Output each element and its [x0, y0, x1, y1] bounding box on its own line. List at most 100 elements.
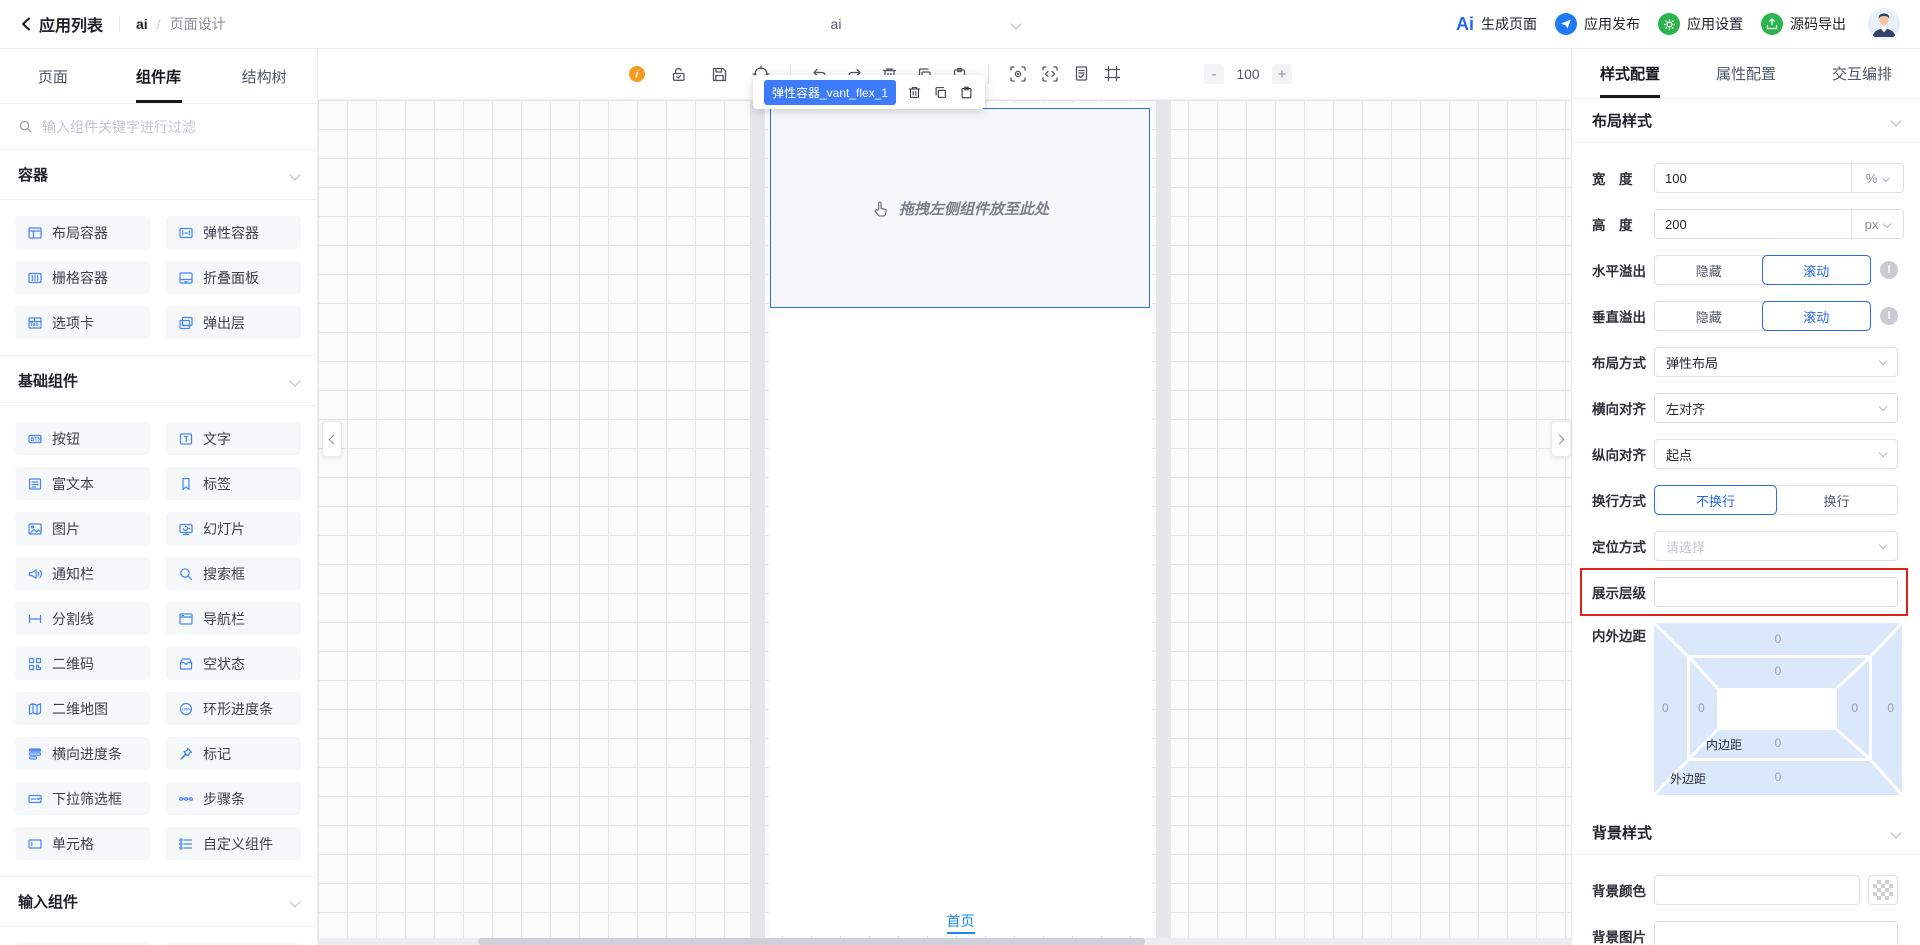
back-to-app-list[interactable]: 应用列表	[20, 12, 103, 36]
component-item-divider[interactable]: 分割线	[15, 602, 150, 635]
width-unit-select[interactable]: %	[1851, 164, 1903, 192]
box-model-widget[interactable]: 0 0 0 0 0 0 0 0 内边距 外边距	[1654, 623, 1902, 795]
h-overflow-option-scroll[interactable]: 滚动	[1761, 255, 1871, 285]
margin-left-value[interactable]: 0	[1662, 701, 1669, 715]
save-icon[interactable]	[711, 66, 728, 83]
component-item-qrcode[interactable]: 二维码	[15, 647, 150, 680]
collapse-left-panel-button[interactable]	[322, 421, 342, 457]
preview-icon[interactable]	[1009, 65, 1027, 83]
background-style-section-header[interactable]: 背景样式	[1572, 811, 1920, 855]
page-select[interactable]: ai	[660, 9, 1022, 39]
copy-icon[interactable]	[933, 85, 948, 100]
color-picker-swatch[interactable]	[1868, 875, 1898, 905]
component-item-circle-progress[interactable]: 100% 环形进度条	[166, 692, 301, 725]
component-item-text[interactable]: T 文字	[166, 422, 301, 455]
position-select[interactable]: 请选择	[1654, 531, 1898, 561]
collapse-right-panel-button[interactable]	[1551, 421, 1571, 457]
component-item-button[interactable]: BTN 按钮	[15, 422, 150, 455]
publish-app-button[interactable]: 应用发布	[1555, 13, 1640, 35]
margin-right-value[interactable]: 0	[1887, 701, 1894, 715]
layout-style-section-header[interactable]: 布局样式	[1572, 99, 1920, 143]
padding-bottom-value[interactable]: 0	[1654, 736, 1902, 750]
trash-icon[interactable]	[907, 85, 922, 100]
component-item-search-box[interactable]: 搜索框	[166, 557, 301, 590]
paste-icon[interactable]	[959, 85, 974, 100]
padding-right-value[interactable]: 0	[1851, 701, 1858, 715]
height-input[interactable]	[1655, 216, 1851, 232]
section-header-basic[interactable]: 基础组件	[0, 356, 317, 406]
horizontal-scrollbar-thumb[interactable]	[478, 938, 1145, 945]
component-item-dropdown-filter[interactable]: 下拉筛选框	[15, 782, 150, 815]
bg-image-input[interactable]	[1655, 928, 1897, 944]
h-overflow-option-hide[interactable]: 隐藏	[1655, 256, 1763, 284]
phone-canvas[interactable]: 拖拽左侧组件放至此处 首页	[769, 103, 1152, 936]
code-view-icon[interactable]	[1041, 65, 1059, 83]
component-item-navbar[interactable]: 导航栏	[166, 602, 301, 635]
design-canvas[interactable]: 拖拽左侧组件放至此处 首页	[318, 100, 1571, 945]
component-item-tag[interactable]: 标签	[166, 467, 301, 500]
generate-page-button[interactable]: Ai 生成页面	[1456, 14, 1537, 35]
v-overflow-option-hide[interactable]: 隐藏	[1655, 302, 1763, 330]
h-align-select[interactable]: 左对齐	[1654, 393, 1898, 423]
wrap-option-nowrap[interactable]: 不换行	[1654, 485, 1777, 515]
select-value: 弹性布局	[1666, 355, 1719, 371]
component-item-slideshow[interactable]: 幻灯片	[166, 512, 301, 545]
export-source-button[interactable]: 源码导出	[1761, 13, 1846, 35]
info-badge-icon[interactable]: i	[628, 65, 646, 83]
margin-top-value[interactable]: 0	[1654, 632, 1902, 646]
component-item-map[interactable]: 二维地图	[15, 692, 150, 725]
component-item-flex-container[interactable]: 弹性容器	[166, 216, 301, 249]
component-item-collapse-panel[interactable]: 折叠面板	[166, 261, 301, 294]
component-item-marker[interactable]: 标记	[166, 737, 301, 770]
info-icon[interactable]: !	[1880, 307, 1898, 325]
tab-pages[interactable]: 页面	[0, 49, 106, 103]
horizontal-scrollbar-track[interactable]	[318, 938, 1571, 945]
v-align-select[interactable]: 起点	[1654, 439, 1898, 469]
component-item-progress-bar[interactable]: 横向进度条	[15, 737, 150, 770]
breadcrumb-app[interactable]: ai	[136, 16, 148, 32]
zoom-out-button[interactable]: -	[1204, 64, 1224, 84]
selected-flex-container[interactable]: 拖拽左侧组件放至此处	[770, 108, 1150, 308]
field-label: 横向对齐	[1592, 402, 1646, 417]
component-item-empty-state[interactable]: 空状态	[166, 647, 301, 680]
unlock-icon[interactable]	[670, 66, 687, 83]
tab-interaction[interactable]: 交互编排	[1804, 49, 1920, 98]
tab-style-config[interactable]: 样式配置	[1572, 49, 1688, 98]
frame-icon[interactable]	[1104, 65, 1121, 83]
component-item-layout-container[interactable]: 布局容器	[15, 216, 150, 249]
selected-component-chip[interactable]: 弹性容器_vant_flex_1	[764, 79, 897, 105]
component-item-custom-component[interactable]: 自定义组件	[166, 827, 301, 860]
padding-left-value[interactable]: 0	[1698, 701, 1705, 715]
padding-top-value[interactable]: 0	[1654, 664, 1902, 678]
component-item-grid-container[interactable]: 栅格容器	[15, 261, 150, 294]
layout-mode-select[interactable]: 弹性布局	[1654, 347, 1898, 377]
main-layout: 页面 组件库 结构树 容器 布局容器 弹性容器 栅格容器 折叠面板 Tab 选项卡…	[0, 49, 1920, 945]
component-item-cell[interactable]: 单元格	[15, 827, 150, 860]
v-overflow-option-scroll[interactable]: 滚动	[1761, 301, 1871, 331]
app-settings-button[interactable]: 应用设置	[1658, 13, 1743, 35]
height-unit-select[interactable]: px	[1851, 210, 1903, 238]
component-item-steps[interactable]: 步骤条	[166, 782, 301, 815]
width-input[interactable]	[1655, 170, 1851, 186]
component-item-richtext[interactable]: 富文本	[15, 467, 150, 500]
component-item-image[interactable]: 图片	[15, 512, 150, 545]
z-index-input[interactable]	[1655, 584, 1897, 600]
page-tab-home[interactable]: 首页	[946, 913, 975, 934]
user-avatar[interactable]	[1868, 8, 1900, 40]
info-icon[interactable]: !	[1880, 261, 1898, 279]
section-header-input[interactable]: 输入组件	[0, 877, 317, 927]
component-item-notice-bar[interactable]: 通知栏	[15, 557, 150, 590]
section-header-containers[interactable]: 容器	[0, 150, 317, 200]
tab-props-config[interactable]: 属性配置	[1688, 49, 1804, 98]
tab-structure-tree[interactable]: 结构树	[211, 49, 317, 103]
search-input[interactable]	[42, 118, 299, 135]
wrap-option-wrap[interactable]: 换行	[1776, 486, 1897, 514]
tab-component-library[interactable]: 组件库	[106, 49, 212, 103]
component-item-tabs[interactable]: Tab 选项卡	[15, 306, 150, 339]
canvas-left-scrollbar[interactable]	[750, 100, 765, 945]
component-item-popup[interactable]: 弹出层	[166, 306, 301, 339]
zoom-in-button[interactable]: +	[1272, 64, 1292, 84]
canvas-right-scrollbar[interactable]	[1156, 100, 1171, 945]
bg-color-input[interactable]	[1655, 882, 1859, 898]
doc-check-icon[interactable]	[1073, 65, 1090, 83]
